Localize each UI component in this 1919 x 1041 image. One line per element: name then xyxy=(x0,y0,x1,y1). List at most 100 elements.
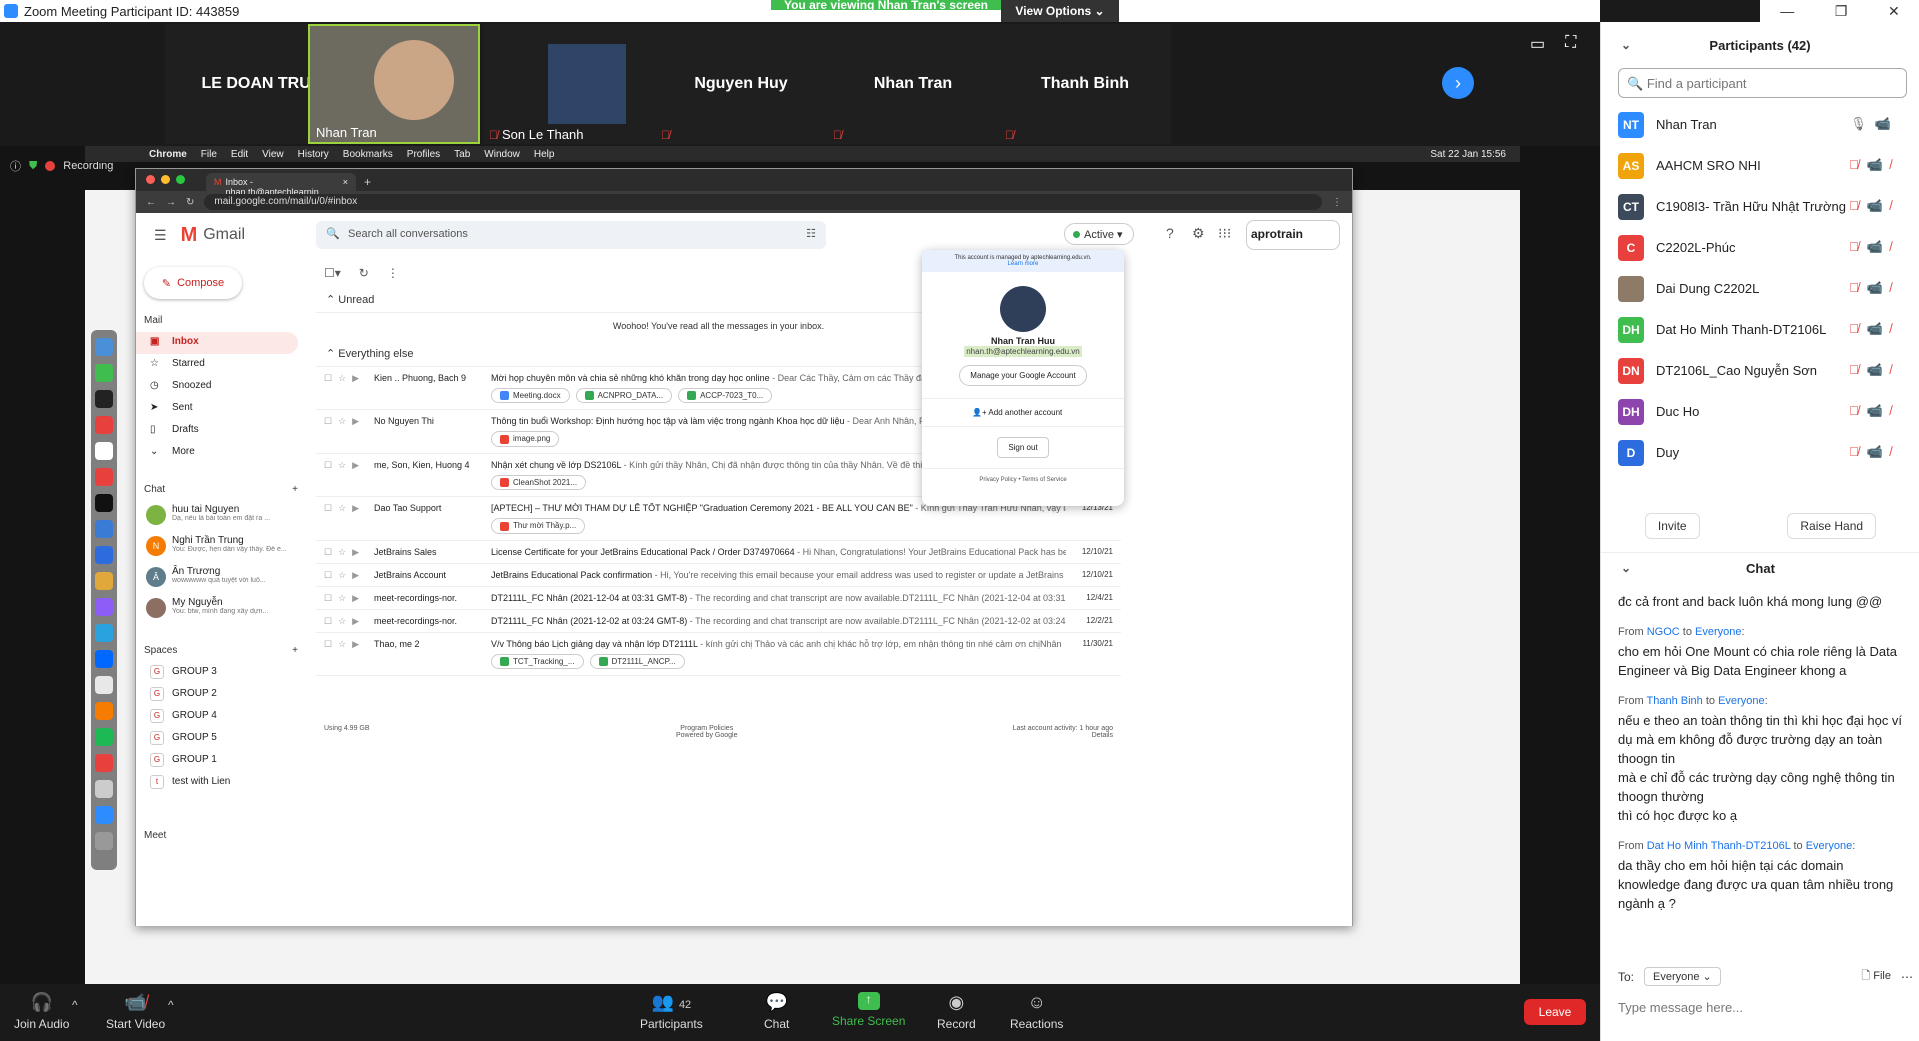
participant-row[interactable]: NT Nhan Tran 🎙📹 xyxy=(1601,104,1919,145)
add-account-button[interactable]: 👤+ Add another account xyxy=(922,398,1124,427)
menu-item[interactable]: Bookmarks xyxy=(343,149,393,160)
url-field[interactable]: mail.google.com/mail/u/0/#inbox xyxy=(204,194,1322,210)
participant-row[interactable]: Dai Dung C2202L 🎙̸📹̸ xyxy=(1601,268,1919,309)
messages-icon[interactable] xyxy=(95,364,113,382)
details-link[interactable]: Details xyxy=(1092,732,1113,739)
refresh-icon[interactable]: ↻ xyxy=(359,266,369,280)
help-icon[interactable]: ? xyxy=(1166,225,1174,241)
forward-icon[interactable]: → xyxy=(166,197,176,208)
messenger-icon[interactable] xyxy=(95,598,113,616)
menu-item[interactable]: Help xyxy=(534,149,555,160)
reactions-button[interactable]: ☺ Reactions xyxy=(1010,992,1063,1031)
app-icon[interactable] xyxy=(95,494,113,512)
file-button[interactable]: 🗋 File xyxy=(1861,967,1891,986)
privacy-link[interactable]: Privacy Policy xyxy=(979,477,1016,483)
telegram-icon[interactable] xyxy=(95,624,113,642)
nav-drafts[interactable]: ▯ Drafts xyxy=(136,420,306,442)
menu-item[interactable]: Tab xyxy=(454,149,470,160)
menu-item[interactable]: Profiles xyxy=(407,149,440,160)
attachment-chip[interactable]: TCT_Tracking_... xyxy=(491,653,584,669)
join-audio-button[interactable]: 🎧 Join Audio xyxy=(14,992,69,1031)
row-checkbox-star-icon[interactable]: ☐☆▶ xyxy=(324,593,365,604)
firefox-icon[interactable] xyxy=(95,702,113,720)
close-tab-icon[interactable]: × xyxy=(343,177,348,187)
video-tile[interactable]: Nguyen Huy 🎙̸ xyxy=(655,24,827,144)
attachment-chip[interactable]: ACCP-7023_T0... xyxy=(678,388,773,404)
record-button[interactable]: ◉ Record xyxy=(937,992,976,1031)
gear-icon[interactable]: ⚙ xyxy=(1192,225,1205,242)
attachment-chip[interactable]: Meeting.docx xyxy=(491,388,570,404)
app-icon[interactable] xyxy=(95,780,113,798)
new-tab-icon[interactable]: + xyxy=(356,175,379,191)
notion-icon[interactable] xyxy=(95,442,113,460)
fullscreen-icon[interactable]: ⛶ xyxy=(1565,34,1576,54)
terms-link[interactable]: Terms of Service xyxy=(1022,477,1067,483)
chat-section-header[interactable]: Chat + xyxy=(136,478,306,501)
space-item[interactable]: G GROUP 1 xyxy=(136,750,306,772)
zoom-dot-icon[interactable] xyxy=(176,175,185,184)
email-row[interactable]: ☐☆▶ JetBrains Account JetBrains Educatio… xyxy=(316,564,1121,587)
participant-row[interactable]: D Duy 🎙̸📹̸ xyxy=(1601,432,1919,473)
more-vert-icon[interactable]: ⋮ xyxy=(387,266,399,280)
participant-row[interactable]: C C2202L-Phúc 🎙̸📹̸ xyxy=(1601,227,1919,268)
add-icon[interactable]: + xyxy=(292,645,298,656)
app-icon[interactable] xyxy=(95,416,113,434)
nav-inbox[interactable]: ▣ Inbox xyxy=(136,332,298,354)
row-checkbox-star-icon[interactable]: ☐☆▶ xyxy=(324,503,365,514)
select-checkbox-icon[interactable]: ☐▾ xyxy=(324,266,341,280)
row-checkbox-star-icon[interactable]: ☐☆▶ xyxy=(324,570,365,581)
space-item[interactable]: G GROUP 5 xyxy=(136,728,306,750)
recipient-select[interactable]: Everyone ⌄ xyxy=(1644,967,1721,986)
account-badge[interactable]: aprotrain xyxy=(1246,220,1340,250)
participant-search-input[interactable]: 🔍 Find a participant xyxy=(1618,68,1907,98)
email-row[interactable]: ☐☆▶ meet-recordings-nor. DT2111L_FC Nhân… xyxy=(316,587,1121,610)
space-item[interactable]: G GROUP 3 xyxy=(136,662,306,684)
video-tile-active[interactable]: Nhan Tran xyxy=(308,24,480,144)
sign-out-button[interactable]: Sign out xyxy=(997,437,1049,458)
chrome-icon[interactable] xyxy=(95,676,113,694)
email-row[interactable]: ☐☆▶ JetBrains Sales License Certificate … xyxy=(316,541,1121,564)
program-policies-link[interactable]: Program Policies Powered by Google xyxy=(676,725,737,739)
nav-snoozed[interactable]: ◷ Snoozed xyxy=(136,376,306,398)
slack-icon[interactable] xyxy=(95,572,113,590)
minimize-dot-icon[interactable] xyxy=(161,175,170,184)
chat-item[interactable]: N Nghi Trần Trung You: Được, hẹn dần vậy t… xyxy=(136,532,306,563)
app-icon[interactable] xyxy=(95,520,113,538)
close-icon[interactable]: ✕ xyxy=(1888,3,1900,20)
finder-icon[interactable] xyxy=(95,338,113,356)
compose-button[interactable]: ✎ Compose xyxy=(144,267,242,299)
row-checkbox-star-icon[interactable]: ☐☆▶ xyxy=(324,373,365,384)
audio-options-icon[interactable]: ^ xyxy=(72,998,78,1012)
hamburger-icon[interactable]: ☰ xyxy=(154,227,167,244)
start-video-button[interactable]: 📹̸ Start Video xyxy=(106,992,165,1031)
reload-icon[interactable]: ↻ xyxy=(186,197,194,208)
participants-button[interactable]: 👥 42 Participants xyxy=(640,992,703,1031)
view-options-button[interactable]: View Options ⌄ xyxy=(1001,0,1119,22)
meet-section-header[interactable]: Meet xyxy=(136,824,306,847)
spaces-section-header[interactable]: Spaces + xyxy=(136,639,306,662)
video-tile[interactable]: 🎙̸ Son Le Thanh xyxy=(483,24,655,144)
apps-grid-icon[interactable]: ⁝⁝⁝ xyxy=(1218,225,1231,242)
video-tile[interactable]: Nhan Tran 🎙̸ xyxy=(827,24,999,144)
app-icon[interactable] xyxy=(95,754,113,772)
menu-item[interactable]: File xyxy=(201,149,217,160)
raise-hand-button[interactable]: Raise Hand xyxy=(1787,513,1877,539)
participant-row[interactable]: DH Duc Ho 🎙̸📹̸ xyxy=(1601,391,1919,432)
extensions-icon[interactable]: ⋮ xyxy=(1332,197,1342,208)
attachment-chip[interactable]: DT2111L_ANCP... xyxy=(589,653,685,669)
mail-section-header[interactable]: Mail xyxy=(136,309,306,332)
spotify-icon[interactable] xyxy=(95,728,113,746)
video-options-icon[interactable]: ^ xyxy=(168,998,174,1012)
account-avatar[interactable] xyxy=(1000,286,1046,332)
next-page-icon[interactable]: › xyxy=(1442,67,1474,99)
chat-item[interactable]: Â Ân Trương wowwwww quá tuyệt vời luô... xyxy=(136,563,306,594)
search-input[interactable]: 🔍 Search all conversations ☷ xyxy=(316,221,826,249)
vscode-icon[interactable] xyxy=(95,546,113,564)
space-item[interactable]: G GROUP 4 xyxy=(136,706,306,728)
menu-item[interactable]: Chrome xyxy=(149,149,187,160)
zoom-dock-icon[interactable] xyxy=(95,806,113,824)
invite-button[interactable]: Invite xyxy=(1644,513,1700,539)
email-row[interactable]: ☐☆▶ Thao, me 2 V/v Thông báo Lịch giảng … xyxy=(316,633,1121,676)
row-checkbox-star-icon[interactable]: ☐☆▶ xyxy=(324,416,365,427)
video-tile[interactable]: Thanh Binh 🎙̸ xyxy=(999,24,1171,144)
